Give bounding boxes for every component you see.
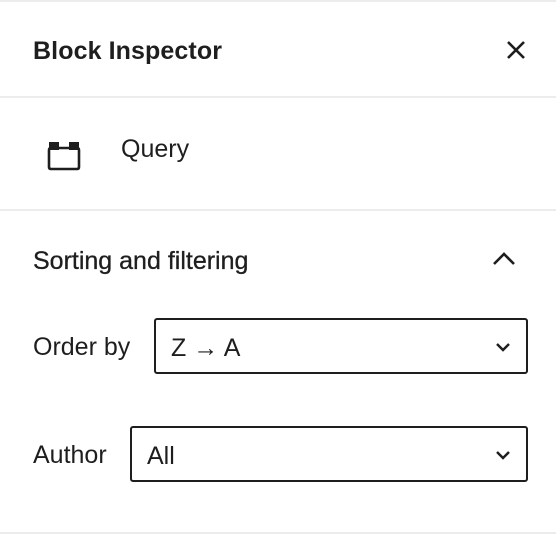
query-loop-icon [47, 142, 81, 171]
close-icon [507, 41, 525, 59]
chevron-down-icon [496, 451, 510, 460]
sorting-filtering-toggle[interactable]: Sorting and filtering [0, 213, 556, 309]
bottom-divider [0, 532, 556, 534]
chevron-down-icon [496, 343, 510, 352]
top-divider [0, 0, 556, 2]
block-name: Query [121, 135, 190, 163]
order-by-select[interactable]: Z → A [154, 318, 528, 374]
panel-title: Block Inspector [33, 37, 223, 65]
author-select[interactable]: All [130, 426, 528, 482]
author-value: All [147, 442, 175, 470]
chevron-up-icon [493, 252, 515, 265]
block-divider [0, 209, 556, 211]
order-by-label: Order by [33, 333, 131, 361]
block-card: Query [0, 99, 556, 209]
order-by-value: Z → A [171, 334, 241, 362]
close-button[interactable] [496, 30, 536, 70]
header-divider [0, 96, 556, 98]
author-label: Author [33, 441, 107, 469]
section-title: Sorting and filtering [33, 247, 249, 275]
block-inspector-panel: Block Inspector Query Sorting and filter… [0, 0, 556, 540]
